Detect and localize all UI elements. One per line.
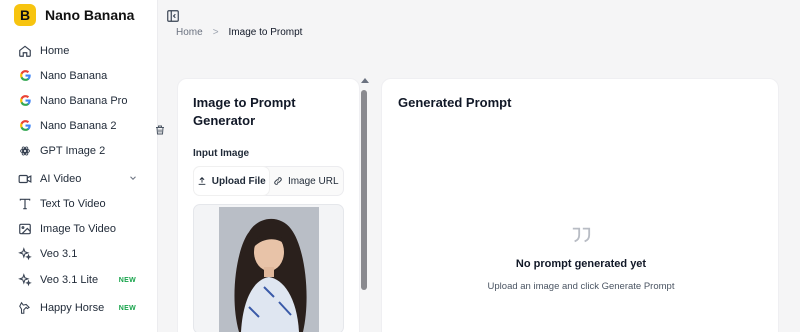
sidebar-item-label: Nano Banana 2 [40,119,117,132]
sidebar-item-veo-3-1[interactable]: Veo 3.1 [0,241,158,266]
chevron-down-icon[interactable] [128,173,138,183]
input-image-label: Input Image [193,148,250,159]
uploaded-image [219,207,319,332]
breadcrumb-home[interactable]: Home [176,27,203,38]
new-badge: NEW [118,304,136,312]
tab-upload-file[interactable]: Upload File [194,167,269,195]
sidebar-item-label: Veo 3.1 [40,247,78,260]
sidebar-item-gpt-image-2[interactable]: GPT Image 2 [0,138,158,163]
image-preview [193,204,344,332]
card-title: Generated Prompt [398,95,512,110]
quote-icon [570,225,592,245]
sidebar-item-home[interactable]: Home [0,38,158,63]
tab-label: Upload File [211,175,266,187]
sidebar-item-nano-banana-pro[interactable]: Nano Banana Pro [0,88,158,113]
sidebar-item-label: Happy Horse [40,302,105,314]
sidebar-item-image-to-video[interactable]: Image To Video [0,216,158,241]
new-badge: NEW [118,276,136,284]
card-title: Image to Prompt Generator [193,95,296,128]
sidebar-item-label: Home [40,44,70,57]
sidebar-item-nano-banana[interactable]: Nano Banana [0,63,158,88]
generator-card: Image to Prompt Generator Input Image Up… [177,78,360,332]
tab-image-url[interactable]: Image URL [269,167,344,195]
sparkle-icon [18,246,32,261]
sidebar-item-label: Veo 3.1 Lite [40,274,99,286]
sidebar-item-label: Image To Video [40,222,117,235]
brand[interactable]: B Nano Banana [14,4,134,26]
brand-name: Nano Banana [45,7,135,23]
sidebar-item-label: AI Video [40,172,82,185]
empty-state-subtitle: Upload an image and click Generate Promp… [487,281,675,292]
tab-label: Image URL [287,175,339,187]
trash-icon[interactable] [154,123,168,137]
breadcrumb-current: Image to Prompt [228,27,303,38]
scrollbar-thumb[interactable] [361,90,367,290]
google-icon [18,69,32,83]
upload-icon [198,177,206,185]
breadcrumb: Home > Image to Prompt [176,27,302,38]
image-icon [18,222,32,236]
sidebar-item-ai-video[interactable]: AI Video [0,166,158,191]
generated-prompt-card: Generated Prompt No prompt generated yet… [381,78,779,332]
home-icon [18,44,32,58]
sidebar-item-label: GPT Image 2 [40,144,106,157]
sidebar-item-happy-horse[interactable]: Happy Horse NEW [0,294,158,322]
empty-state-title: No prompt generated yet [515,258,647,270]
sidebar-item-label: Nano Banana [40,69,108,82]
sidebar-item-veo-3-1-lite[interactable]: Veo 3.1 Lite NEW [0,266,158,294]
collapse-sidebar-icon[interactable] [166,9,180,23]
horse-icon [18,301,32,315]
sidebar-nav: Home Nano Banana Nano Banana Pro Nano Ba… [0,38,158,322]
google-icon [18,119,32,133]
link-icon [274,177,282,185]
google-icon [18,94,32,108]
sidebar-item-text-to-video[interactable]: Text To Video [0,191,158,216]
video-icon [18,172,32,186]
sparkle-icon [18,273,32,287]
input-source-tabs: Upload File Image URL [193,166,344,196]
breadcrumb-separator: > [212,27,219,38]
sidebar-item-label: Nano Banana Pro [40,94,128,107]
sidebar: B Nano Banana Home Nano Banana Nano Bana… [0,0,158,332]
brand-logo: B [14,4,36,26]
scroll-up-arrow[interactable] [361,78,369,83]
text-icon [18,197,32,211]
sidebar-item-nano-banana-2[interactable]: Nano Banana 2 [0,113,158,138]
openai-icon [18,144,32,158]
sidebar-item-label: Text To Video [40,197,106,210]
